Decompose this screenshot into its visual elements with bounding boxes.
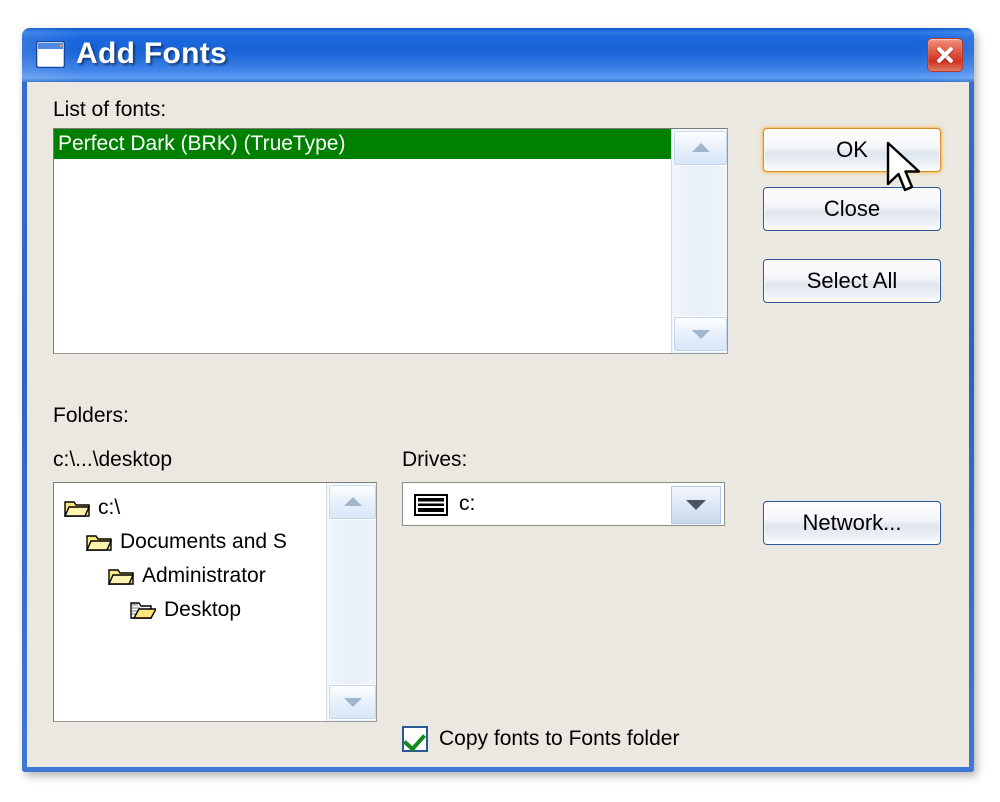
close-icon[interactable] [927,38,963,72]
folder-tree[interactable]: c:\ Documents and S Administrator Deskto… [53,482,377,722]
chevron-up-icon[interactable] [328,484,376,520]
folder-tree-scrollbar[interactable] [326,483,376,721]
copy-fonts-checkbox[interactable] [402,726,428,752]
tree-item-administrator[interactable]: Administrator [107,559,266,593]
folders-label: Folders: [53,404,129,427]
tree-item-label: Desktop [164,598,242,621]
chevron-up-icon[interactable] [673,130,727,166]
tree-item-desktop[interactable]: Desktop [130,593,241,627]
chevron-down-icon[interactable] [673,316,727,352]
window-icon [35,40,66,69]
dialog-client-area: List of fonts: Perfect Dark (BRK) (TrueT… [27,82,969,767]
copy-fonts-label: Copy fonts to Fonts folder [439,727,680,750]
copy-fonts-checkbox-row[interactable]: Copy fonts to Fonts folder [402,726,679,752]
chevron-down-icon[interactable] [670,485,722,525]
add-fonts-dialog: Add Fonts List of fonts: Perfect Dark (B… [22,28,974,772]
chevron-down-icon[interactable] [328,684,376,720]
folder-open-icon [130,600,158,620]
fonts-listbox[interactable]: Perfect Dark (BRK) (TrueType) [53,128,728,354]
select-all-button[interactable]: Select All [763,259,941,303]
drives-label: Drives: [402,448,468,471]
folder-closed-icon [63,498,91,518]
folder-closed-icon [85,532,113,552]
network-button[interactable]: Network... [763,501,941,545]
tree-item-label: Administrator [142,564,266,587]
list-item[interactable]: Perfect Dark (BRK) (TrueType) [54,129,671,159]
folder-closed-icon [107,566,135,586]
drives-combobox[interactable]: c: [402,482,725,526]
tree-item-label: Documents and S [120,530,287,553]
fonts-listbox-scrollbar[interactable] [671,129,727,353]
list-of-fonts-label: List of fonts: [53,98,167,121]
current-path: c:\...\desktop [53,448,173,471]
ok-button[interactable]: OK [763,128,941,172]
tree-item-root[interactable]: c:\ [63,491,121,525]
window-title: Add Fonts [76,37,228,70]
hard-drive-icon [414,494,448,516]
close-button[interactable]: Close [763,187,941,231]
window-titlebar[interactable]: Add Fonts [22,28,974,82]
tree-item-documents-and-settings[interactable]: Documents and S [85,525,287,559]
selected-drive: c: [459,492,476,515]
tree-item-label: c:\ [98,496,121,519]
